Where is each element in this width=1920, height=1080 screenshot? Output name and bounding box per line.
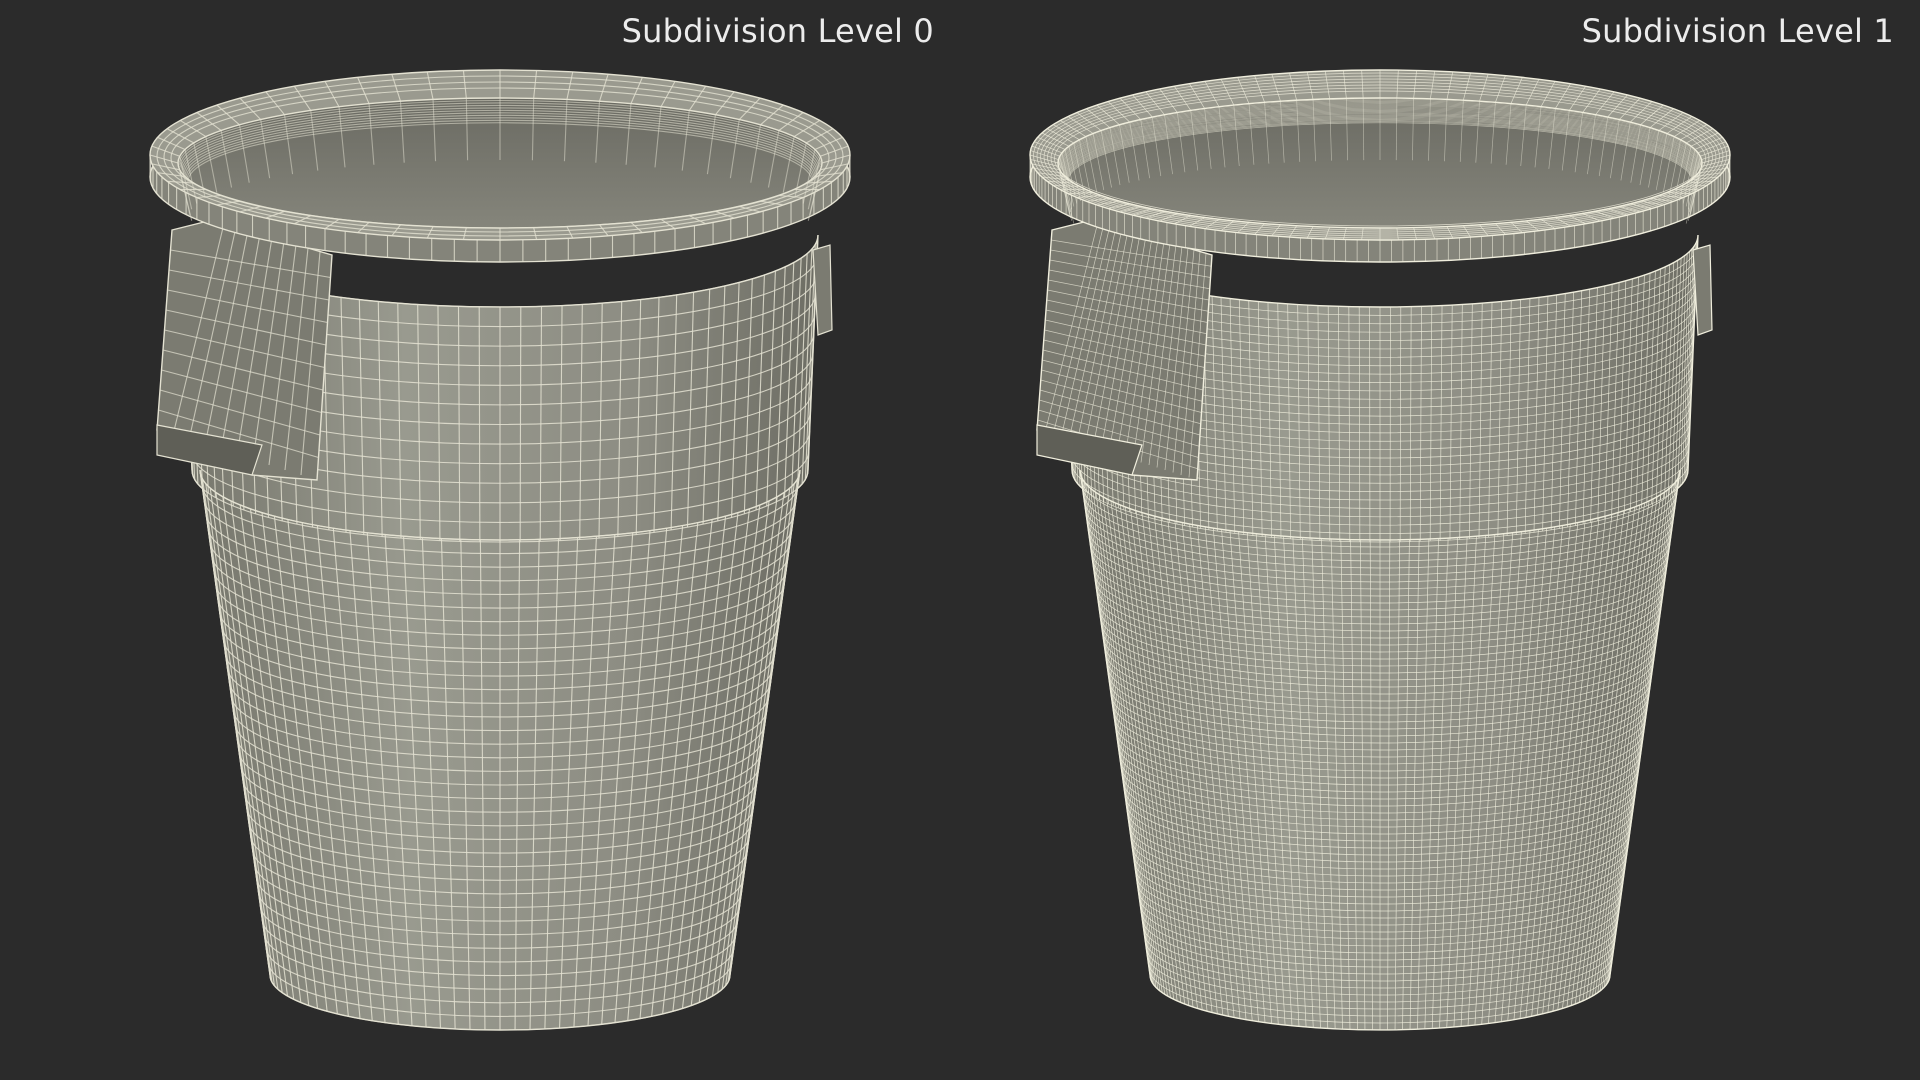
- render-viewport: [149, 69, 1731, 1031]
- trash-can-level-1: [1029, 69, 1731, 1031]
- trash-can-level-0: [149, 69, 851, 1031]
